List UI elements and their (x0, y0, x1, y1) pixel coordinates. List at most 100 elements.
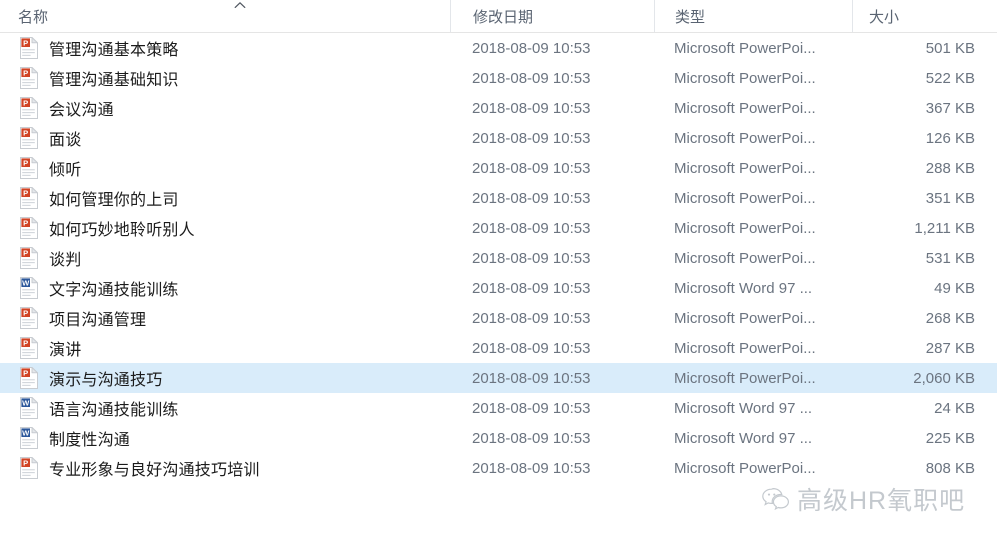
file-name-cell[interactable]: P 会议沟通 (0, 93, 450, 123)
file-size-label: 2,060 KB (913, 369, 975, 387)
file-size-label: 531 KB (925, 249, 975, 267)
powerpoint-file-icon: P (18, 126, 40, 150)
file-name-cell[interactable]: W 语言沟通技能训练 (0, 393, 450, 423)
table-row[interactable]: P 管理沟通基本策略 2018-08-09 10:53 Microsoft Po… (0, 33, 997, 63)
file-size-label: 49 KB (934, 279, 975, 297)
word-file-icon: W (18, 276, 40, 300)
file-type-label: Microsoft PowerPoi... (674, 159, 816, 177)
file-type-cell: Microsoft PowerPoi... (654, 63, 852, 93)
file-name-cell[interactable]: P 谈判 (0, 243, 450, 273)
file-size-label: 522 KB (925, 69, 975, 87)
date-modified-cell: 2018-08-09 10:53 (450, 33, 654, 63)
file-name-cell[interactable]: P 管理沟通基础知识 (0, 63, 450, 93)
table-row[interactable]: P 倾听 2018-08-09 10:53 Microsoft PowerPoi… (0, 153, 997, 183)
file-name-label: 演讲 (49, 342, 82, 359)
date-modified-label: 2018-08-09 10:53 (472, 279, 591, 297)
table-row[interactable]: P 专业形象与良好沟通技巧培训 2018-08-09 10:53 Microso… (0, 453, 997, 483)
powerpoint-file-icon: P (18, 246, 40, 270)
table-row[interactable]: W 制度性沟通 2018-08-09 10:53 Microsoft Word … (0, 423, 997, 453)
file-size-label: 225 KB (925, 429, 975, 447)
column-header-type-label: 类型 (675, 8, 706, 26)
file-size-cell: 501 KB (852, 33, 997, 63)
svg-text:P: P (23, 158, 28, 167)
table-row[interactable]: P 面谈 2018-08-09 10:53 Microsoft PowerPoi… (0, 123, 997, 153)
table-row[interactable]: P 项目沟通管理 2018-08-09 10:53 Microsoft Powe… (0, 303, 997, 333)
file-size-label: 287 KB (925, 339, 975, 357)
file-name-label: 语言沟通技能训练 (49, 402, 179, 419)
file-type-label: Microsoft PowerPoi... (674, 129, 816, 147)
table-row[interactable]: P 如何巧妙地聆听别人 2018-08-09 10:53 Microsoft P… (0, 213, 997, 243)
column-header-row: 名称 修改日期 类型 大小 (0, 0, 997, 33)
table-row[interactable]: P 演讲 2018-08-09 10:53 Microsoft PowerPoi… (0, 333, 997, 363)
file-type-cell: Microsoft PowerPoi... (654, 453, 852, 483)
column-header-date-modified[interactable]: 修改日期 (450, 0, 654, 32)
file-size-cell: 225 KB (852, 423, 997, 453)
powerpoint-file-icon: P (18, 336, 40, 360)
file-name-cell[interactable]: P 演示与沟通技巧 (0, 363, 450, 393)
date-modified-cell: 2018-08-09 10:53 (450, 303, 654, 333)
file-type-cell: Microsoft PowerPoi... (654, 243, 852, 273)
file-name-cell[interactable]: W 制度性沟通 (0, 423, 450, 453)
file-type-label: Microsoft Word 97 ... (674, 399, 813, 417)
file-name-label: 管理沟通基础知识 (49, 72, 179, 89)
file-name-label: 面谈 (49, 132, 82, 149)
date-modified-cell: 2018-08-09 10:53 (450, 63, 654, 93)
file-name-label: 文字沟通技能训练 (49, 282, 179, 299)
file-type-label: Microsoft Word 97 ... (674, 279, 813, 297)
column-header-type[interactable]: 类型 (654, 0, 852, 32)
date-modified-label: 2018-08-09 10:53 (472, 219, 591, 237)
file-name-cell[interactable]: P 专业形象与良好沟通技巧培训 (0, 453, 450, 483)
word-file-icon: W (18, 426, 40, 450)
column-header-name[interactable]: 名称 (0, 0, 450, 32)
file-type-label: Microsoft PowerPoi... (674, 339, 816, 357)
date-modified-label: 2018-08-09 10:53 (472, 69, 591, 87)
chevron-up-icon (232, 0, 248, 12)
table-row[interactable]: W 文字沟通技能训练 2018-08-09 10:53 Microsoft Wo… (0, 273, 997, 303)
table-row[interactable]: P 谈判 2018-08-09 10:53 Microsoft PowerPoi… (0, 243, 997, 273)
powerpoint-file-icon: P (18, 456, 40, 480)
date-modified-label: 2018-08-09 10:53 (472, 369, 591, 387)
file-name-cell[interactable]: W 文字沟通技能训练 (0, 273, 450, 303)
file-name-cell[interactable]: P 面谈 (0, 123, 450, 153)
file-size-label: 367 KB (925, 99, 975, 117)
date-modified-label: 2018-08-09 10:53 (472, 399, 591, 417)
file-size-cell: 522 KB (852, 63, 997, 93)
svg-text:P: P (23, 188, 28, 197)
file-name-label: 项目沟通管理 (49, 312, 147, 329)
file-size-cell: 268 KB (852, 303, 997, 333)
svg-text:P: P (23, 368, 28, 377)
file-name-cell[interactable]: P 项目沟通管理 (0, 303, 450, 333)
file-type-label: Microsoft PowerPoi... (674, 189, 816, 207)
file-type-label: Microsoft PowerPoi... (674, 249, 816, 267)
file-name-cell[interactable]: P 管理沟通基本策略 (0, 33, 450, 63)
date-modified-label: 2018-08-09 10:53 (472, 159, 591, 177)
table-row[interactable]: P 如何管理你的上司 2018-08-09 10:53 Microsoft Po… (0, 183, 997, 213)
table-row[interactable]: P 会议沟通 2018-08-09 10:53 Microsoft PowerP… (0, 93, 997, 123)
powerpoint-file-icon: P (18, 306, 40, 330)
date-modified-label: 2018-08-09 10:53 (472, 309, 591, 327)
file-name-label: 如何管理你的上司 (49, 192, 179, 209)
file-type-label: Microsoft PowerPoi... (674, 39, 816, 57)
svg-text:P: P (23, 98, 28, 107)
file-type-label: Microsoft Word 97 ... (674, 429, 813, 447)
column-header-size[interactable]: 大小 (852, 0, 997, 32)
table-row[interactable]: P 管理沟通基础知识 2018-08-09 10:53 Microsoft Po… (0, 63, 997, 93)
file-name-cell[interactable]: P 如何巧妙地聆听别人 (0, 213, 450, 243)
file-size-label: 1,211 KB (914, 219, 975, 237)
file-explorer-details-view: 名称 修改日期 类型 大小 P 管理沟通基本策略 2018-08-09 10:5… (0, 0, 997, 542)
table-row[interactable]: P 演示与沟通技巧 2018-08-09 10:53 Microsoft Pow… (0, 363, 997, 393)
file-name-cell[interactable]: P 演讲 (0, 333, 450, 363)
table-row[interactable]: W 语言沟通技能训练 2018-08-09 10:53 Microsoft Wo… (0, 393, 997, 423)
file-size-cell: 808 KB (852, 453, 997, 483)
file-size-cell: 49 KB (852, 273, 997, 303)
column-header-size-label: 大小 (869, 8, 900, 26)
date-modified-cell: 2018-08-09 10:53 (450, 243, 654, 273)
file-type-label: Microsoft PowerPoi... (674, 69, 816, 87)
file-name-cell[interactable]: P 如何管理你的上司 (0, 183, 450, 213)
file-name-cell[interactable]: P 倾听 (0, 153, 450, 183)
date-modified-label: 2018-08-09 10:53 (472, 129, 591, 147)
file-type-cell: Microsoft PowerPoi... (654, 123, 852, 153)
watermark: 高级HR氧职吧 (760, 481, 965, 517)
date-modified-cell: 2018-08-09 10:53 (450, 183, 654, 213)
date-modified-cell: 2018-08-09 10:53 (450, 393, 654, 423)
